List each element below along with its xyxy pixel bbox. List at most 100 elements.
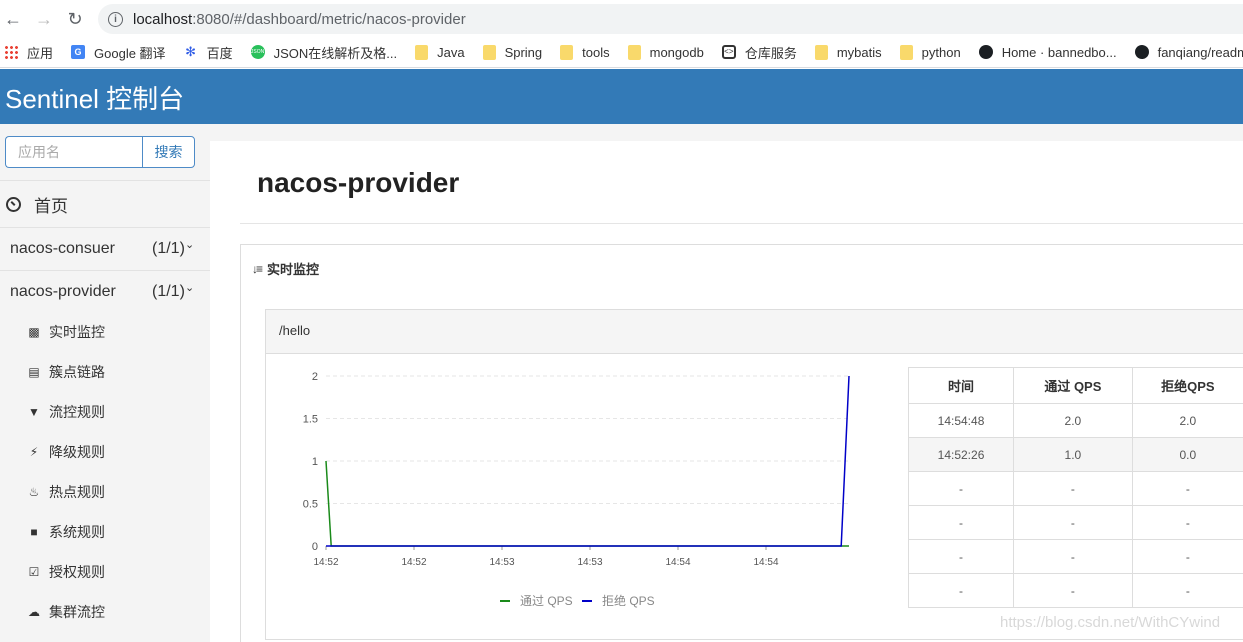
bookmark-item[interactable]: mongodb — [627, 44, 704, 60]
table-row: 14:52:26 1.0 0.0 — [907, 437, 1243, 472]
chevron-down-icon: ⌄ — [185, 239, 195, 251]
sidebar-app-nacos-consuer[interactable]: nacos-consuer (1/1) ⌄ — [0, 227, 210, 270]
bookmark-item[interactable]: Java — [415, 44, 465, 60]
sidebar-subitem-label: 系统规则 — [49, 524, 105, 540]
browser-toolbar: ← → ↻ i localhost:8080/#/dashboard/metri… — [0, 0, 1243, 37]
resource-name: /hello — [266, 310, 1243, 354]
x-tick-label: 14:52 — [401, 557, 426, 568]
lock-icon: ■ — [30, 525, 38, 539]
table-cell: - — [1013, 539, 1133, 574]
watermark: https://blog.csdn.net/WithCYwind — [1000, 614, 1221, 631]
bookmark-label: python — [921, 44, 961, 60]
x-tick-label: 14:52 — [313, 557, 338, 568]
y-tick-label: 0 — [312, 541, 318, 553]
fire-icon: ♨ — [28, 485, 40, 499]
sidebar-subitem[interactable]: ▩ 实时监控 — [26, 312, 210, 352]
sidebar-app-nacos-provider[interactable]: nacos-provider (1/1) ⌄ — [0, 270, 210, 313]
sidebar-item-home[interactable]: 首页 — [0, 180, 210, 227]
folder-icon — [560, 44, 574, 60]
table-cell: - — [1131, 471, 1243, 506]
sidebar-subitem-label: 降级规则 — [49, 444, 105, 460]
bookmark-item[interactable]: Spring — [482, 44, 543, 60]
table-cell: - — [907, 471, 1015, 506]
list-icon: ▤ — [28, 365, 40, 379]
app-title[interactable]: Sentinel 控制台 — [5, 79, 184, 116]
sidebar-subitem[interactable]: ⚡ 降级规则 — [26, 432, 210, 472]
baidu-icon: ✻ — [185, 44, 197, 59]
bookmark-label: 百度 — [206, 45, 233, 61]
app-search-input[interactable] — [5, 136, 142, 168]
bookmark-item[interactable]: Home · bannedbo... — [978, 44, 1117, 60]
legend-item-pass[interactable]: 通过 QPS — [500, 592, 573, 609]
bookmark-item[interactable]: G Google 翻译 — [71, 43, 166, 62]
sidebar-subitem-label: 授权规则 — [49, 564, 105, 580]
qps-table: 时间 通过 QPS 拒绝QPS 14:54:48 2.0 2.0 14:52:26 1.… — [907, 367, 1243, 608]
app-header: Sentinel 控制台 — [0, 69, 1243, 124]
bookmark-item[interactable]: 应用 — [4, 43, 53, 62]
page-title: nacos-provider — [257, 167, 460, 198]
folder-icon — [415, 44, 429, 60]
qps-line-chart: 0 0.5 1 1.5 2 14:52 14:52 14:53 14:53 14:54 14:54 — [303, 371, 850, 568]
bookmark-item[interactable]: tools — [560, 44, 610, 60]
table-cell: - — [1013, 573, 1133, 608]
address-bar[interactable]: i localhost:8080/#/dashboard/metric/naco… — [98, 4, 1243, 34]
arrow-left-icon[interactable]: ← — [0, 6, 26, 32]
bookmark-label: mongodb — [649, 44, 704, 60]
bookmarks-bar: 应用 G Google 翻译 ✻ 百度 JSON JSON在线解析及格... Java Spri… — [0, 37, 1243, 68]
bookmark-label: Home · bannedbo... — [1001, 44, 1117, 60]
google-translate-icon: G — [71, 45, 86, 59]
bookmark-item[interactable]: JSON JSON在线解析及格... — [250, 43, 398, 62]
bookmark-item[interactable]: ✻ 百度 — [184, 43, 233, 62]
table-cell: 2.0 — [1013, 403, 1133, 438]
sidebar-subitem-label: 流控规则 — [49, 404, 105, 420]
bookmark-label: Spring — [504, 44, 543, 60]
code-icon: <> — [721, 45, 736, 59]
legend-item-block[interactable]: 拒绝 QPS — [582, 592, 655, 609]
bookmark-item[interactable]: mybatis — [814, 44, 882, 60]
y-tick-label: 2 — [312, 371, 318, 383]
arrow-right-icon[interactable]: → — [31, 6, 57, 32]
sidebar-subitem[interactable]: ▤ 簇点链路 — [26, 352, 210, 392]
y-tick-label: 0.5 — [303, 499, 318, 511]
github-icon — [978, 45, 993, 59]
sidebar-item-label: 首页 — [34, 196, 68, 216]
app-count: (1/1) — [152, 283, 185, 300]
info-icon[interactable]: i — [108, 11, 123, 27]
y-tick-label: 1.5 — [303, 414, 318, 426]
sidebar-subitem[interactable]: ▼ 流控规则 — [26, 392, 210, 432]
url-text: localhost:8080/#/dashboard/metric/nacos-… — [133, 10, 466, 28]
main-area: nacos-provider ↓≡ 实时监控 /hello 0 0.5 1 1.5 2 1… — [210, 124, 1243, 642]
bookmark-item[interactable]: python — [899, 44, 961, 60]
search-button[interactable]: 搜索 — [142, 136, 195, 168]
bookmark-label: mybatis — [836, 44, 882, 60]
bookmark-item[interactable]: <> 仓库服务 — [721, 43, 797, 62]
x-tick-label: 14:54 — [753, 557, 778, 568]
bookmark-item[interactable]: fanqiang/readme... — [1134, 45, 1243, 60]
divider — [240, 223, 1243, 224]
table-cell: - — [1013, 471, 1133, 506]
folder-icon — [814, 44, 828, 60]
table-row: 14:54:48 2.0 2.0 — [907, 403, 1243, 438]
reload-icon[interactable]: ↻ — [62, 6, 88, 32]
table-cell: - — [1131, 505, 1243, 540]
table-cell: - — [907, 505, 1015, 540]
table-row: --- — [907, 573, 1243, 608]
x-tick-label: 14:53 — [577, 557, 602, 568]
sidebar-subitem[interactable]: ☑ 授权规则 — [26, 552, 210, 592]
sidebar-subitem[interactable]: ■ 系统规则 — [26, 512, 210, 552]
github-icon — [1134, 45, 1149, 59]
table-cell: 14:52:26 — [907, 437, 1015, 472]
bookmark-label: 应用 — [27, 45, 54, 61]
app-search: 搜索 — [5, 136, 195, 168]
sort-icon: ↓≡ — [252, 261, 263, 276]
table-cell: - — [1013, 505, 1133, 540]
bookmark-label: JSON在线解析及格... — [273, 45, 398, 61]
bookmark-label: Google 翻译 — [94, 45, 166, 61]
app-count: (1/1) — [152, 240, 185, 257]
app-name: nacos-consuer — [10, 240, 115, 257]
column-header: 通过 QPS — [1013, 367, 1133, 404]
sidebar-subitem[interactable]: ♨ 热点规则 — [26, 472, 210, 512]
dashboard-icon — [6, 196, 21, 212]
sidebar-subitem[interactable]: ☁ 集群流控 — [26, 592, 210, 632]
table-cell: - — [1131, 573, 1243, 608]
